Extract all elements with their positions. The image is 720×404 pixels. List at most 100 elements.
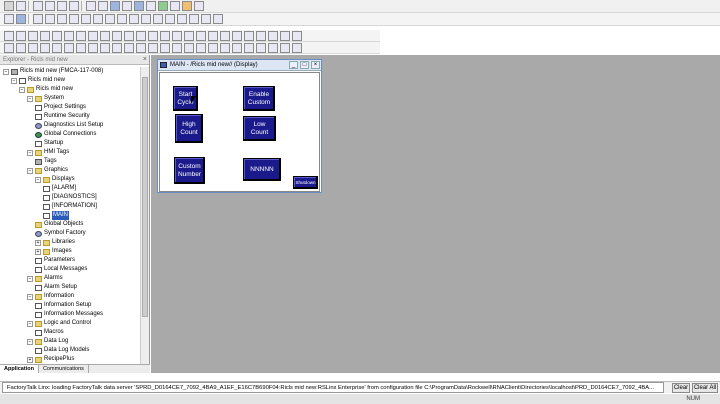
tree-item[interactable]: Runtime Security xyxy=(35,112,90,121)
tree-item[interactable]: [INFORMATION] xyxy=(43,202,97,211)
tab-order-icon[interactable] xyxy=(208,43,218,53)
numeric-display[interactable]: NNNNN xyxy=(243,158,281,181)
tree-item[interactable]: Information Messages xyxy=(35,310,103,319)
arrow-icon[interactable] xyxy=(292,31,302,41)
font-icon[interactable] xyxy=(244,43,254,53)
tree-item[interactable]: Symbol Factory xyxy=(35,229,86,238)
align-icon[interactable] xyxy=(33,14,43,24)
align-top-icon[interactable] xyxy=(40,43,50,53)
tree-item[interactable]: − Graphics xyxy=(27,166,68,175)
flip-icon[interactable] xyxy=(153,14,163,24)
panel-icon[interactable] xyxy=(112,31,122,41)
space-vertical-icon[interactable] xyxy=(88,43,98,53)
collapse-icon[interactable]: − xyxy=(11,77,17,84)
line-width-icon[interactable] xyxy=(280,43,290,53)
tree-item[interactable]: − Logic and Control xyxy=(27,319,91,328)
group-icon[interactable] xyxy=(57,14,67,24)
arc-icon[interactable] xyxy=(76,31,86,41)
custom-number-button[interactable]: Custom Number xyxy=(174,157,205,184)
tree-item[interactable]: Tags xyxy=(35,157,57,166)
test-icon[interactable] xyxy=(182,1,192,11)
alarm-banner-icon[interactable] xyxy=(196,31,206,41)
tree-item[interactable]: Project Settings xyxy=(35,103,86,112)
display-window[interactable]: MAIN - /Ricls mid new// (Display) _ □ × … xyxy=(157,59,322,193)
tree-item[interactable]: − Ricls mid new xyxy=(19,85,73,94)
connect-icon[interactable] xyxy=(158,1,168,11)
tree-item[interactable]: − Data Log xyxy=(27,337,68,346)
paste-icon[interactable] xyxy=(57,1,67,11)
expand-icon[interactable]: + xyxy=(35,248,41,255)
clear-all-button[interactable]: Clear All xyxy=(692,383,718,393)
collapse-icon[interactable]: − xyxy=(27,167,33,174)
send-back-icon[interactable] xyxy=(105,14,115,24)
gauge-icon[interactable] xyxy=(160,31,170,41)
properties-icon[interactable] xyxy=(165,14,175,24)
pointer-icon[interactable] xyxy=(4,31,14,41)
pattern-icon[interactable] xyxy=(256,43,266,53)
edit-icon[interactable] xyxy=(122,1,132,11)
group-objects-icon[interactable] xyxy=(160,43,170,53)
collapse-icon[interactable]: − xyxy=(3,68,9,75)
space-horizontal-icon[interactable] xyxy=(76,43,86,53)
pen-icon[interactable] xyxy=(81,14,91,24)
ellipse-icon[interactable] xyxy=(64,31,74,41)
make-same-size-icon[interactable] xyxy=(100,43,110,53)
tree-item[interactable]: Startup xyxy=(35,139,63,148)
grid-icon[interactable] xyxy=(45,14,55,24)
multistate-icon[interactable] xyxy=(220,31,230,41)
close-icon[interactable]: × xyxy=(143,55,147,65)
animation-icon[interactable] xyxy=(177,14,187,24)
close-icon[interactable]: × xyxy=(311,61,320,69)
list-indicator-icon[interactable] xyxy=(208,31,218,41)
clear-button[interactable]: Clear xyxy=(672,383,690,393)
collapse-icon[interactable]: − xyxy=(27,320,33,327)
rotate-left-icon[interactable] xyxy=(136,43,146,53)
high-count-button[interactable]: High Count xyxy=(175,114,203,143)
tree-item[interactable]: [ALARM] xyxy=(43,184,76,193)
line-icon[interactable] xyxy=(16,31,26,41)
cut-icon[interactable] xyxy=(33,1,43,11)
collapse-icon[interactable]: − xyxy=(27,149,33,156)
collapse-icon[interactable]: − xyxy=(35,176,41,183)
collapse-icon[interactable]: − xyxy=(27,275,33,282)
enable-custom-button[interactable]: Enable Custom xyxy=(243,86,275,111)
dropdown-icon[interactable] xyxy=(4,1,14,11)
align-middle-icon[interactable] xyxy=(52,43,62,53)
open-icon[interactable] xyxy=(98,1,108,11)
rounded-rect-icon[interactable] xyxy=(52,31,62,41)
rectangle-icon[interactable] xyxy=(40,31,50,41)
tree-item[interactable]: Parameters xyxy=(35,256,75,265)
polyline-icon[interactable] xyxy=(28,31,38,41)
copy-icon[interactable] xyxy=(45,1,55,11)
activex-icon[interactable] xyxy=(280,31,290,41)
close-display-icon[interactable] xyxy=(268,31,278,41)
tree-item[interactable]: Global Connections xyxy=(35,130,96,139)
shutdown-button[interactable]: Shutdown xyxy=(293,176,318,189)
tab-communications[interactable]: Communications xyxy=(39,365,89,373)
recipe-icon[interactable] xyxy=(244,31,254,41)
button-tool-icon[interactable] xyxy=(124,31,134,41)
tree-item[interactable]: + RecipePlus xyxy=(27,355,74,364)
minimize-icon[interactable]: _ xyxy=(289,61,298,69)
low-count-button[interactable]: Low Count xyxy=(243,116,276,141)
tree-item[interactable]: MAIN xyxy=(43,211,69,220)
text-icon[interactable] xyxy=(69,14,79,24)
text-tool-icon[interactable] xyxy=(88,31,98,41)
tag-browser-icon[interactable] xyxy=(189,14,199,24)
image-icon[interactable] xyxy=(100,31,110,41)
unlock-icon[interactable] xyxy=(196,43,206,53)
expand-icon[interactable]: + xyxy=(35,239,41,246)
tree-scrollbar[interactable] xyxy=(140,67,149,365)
tree-item[interactable]: − Ricls mid new xyxy=(11,76,65,85)
tree-item[interactable]: − Information xyxy=(27,292,74,301)
goto-display-icon[interactable] xyxy=(256,31,266,41)
color-icon[interactable] xyxy=(232,43,242,53)
undo-icon[interactable] xyxy=(16,1,26,11)
trend-icon[interactable] xyxy=(184,31,194,41)
tree-item[interactable]: − Displays xyxy=(35,175,75,184)
tree-item[interactable]: Macros xyxy=(35,328,64,337)
delete-icon[interactable] xyxy=(69,1,79,11)
tree-item[interactable]: + Libraries xyxy=(35,238,75,247)
tree-item[interactable]: − Alarms xyxy=(27,274,63,283)
line-style-icon[interactable] xyxy=(268,43,278,53)
